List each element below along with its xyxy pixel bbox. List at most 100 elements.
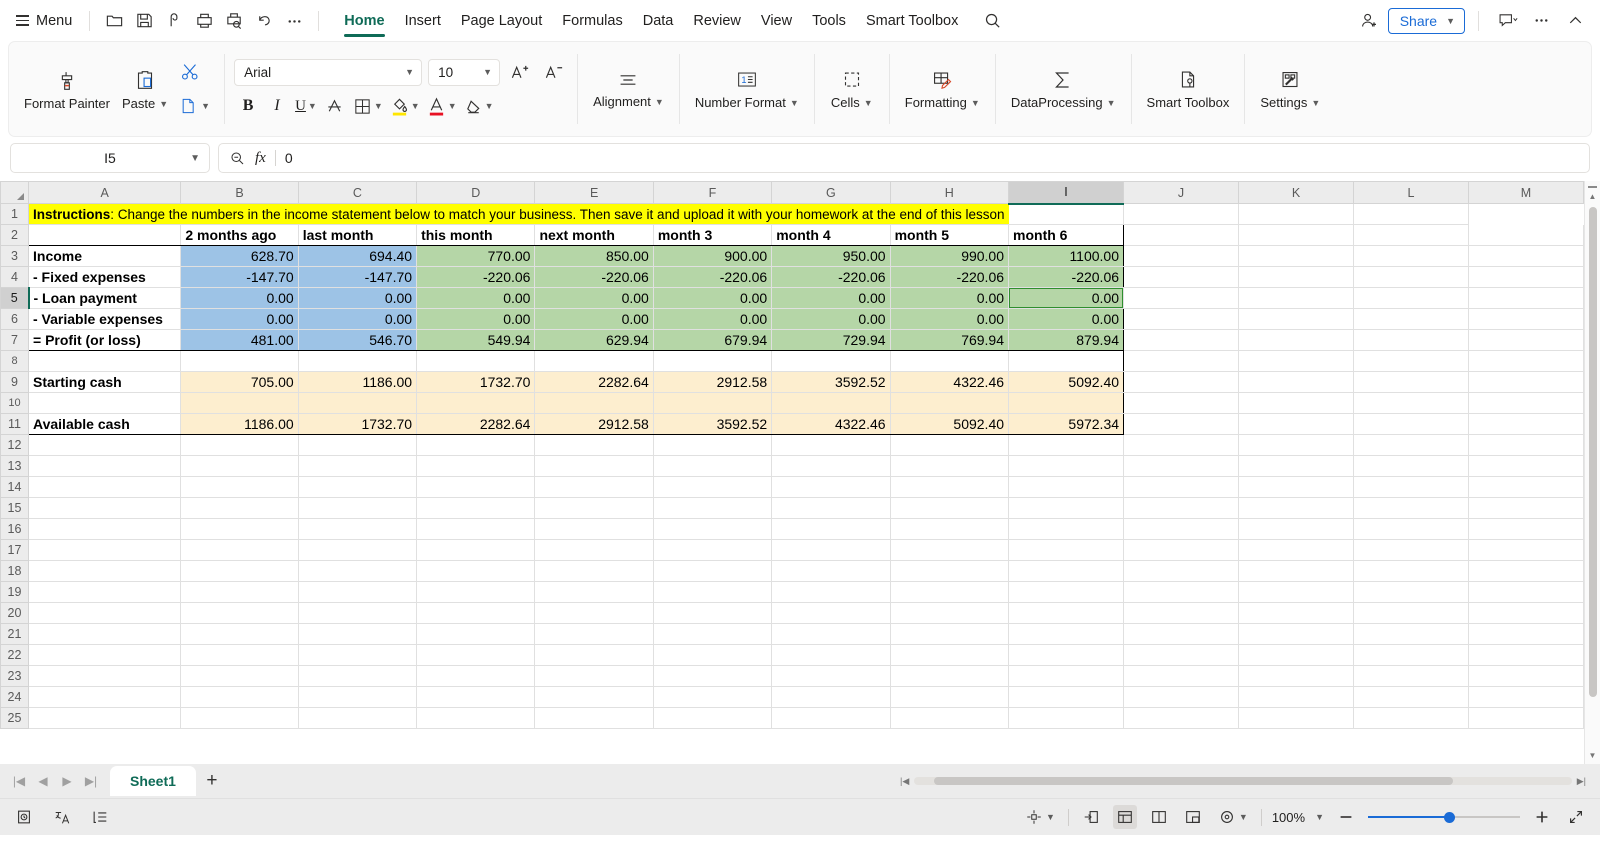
- cell-E17[interactable]: [534, 539, 654, 561]
- row-header-18[interactable]: 18: [0, 560, 29, 582]
- cell-I3[interactable]: 1100.00: [1008, 245, 1125, 267]
- cell-M11[interactable]: [1468, 413, 1585, 435]
- cell-B21[interactable]: [180, 623, 299, 645]
- increase-font-size-icon[interactable]: [506, 59, 534, 86]
- cell-M5[interactable]: [1468, 287, 1585, 309]
- cell-G5[interactable]: 0.00: [771, 287, 891, 309]
- cell-D17[interactable]: [416, 539, 536, 561]
- cell-D11[interactable]: 2282.64: [416, 413, 536, 435]
- cell-B3[interactable]: 628.70: [180, 245, 299, 267]
- cell-G16[interactable]: [771, 518, 891, 540]
- zoom-knob[interactable]: [1444, 811, 1455, 823]
- scroll-down-icon[interactable]: ▼: [1589, 747, 1597, 764]
- row-header-9[interactable]: 9: [0, 371, 29, 393]
- cell-K15[interactable]: [1238, 497, 1355, 519]
- cell-L16[interactable]: [1353, 518, 1470, 540]
- cell-K14[interactable]: [1238, 476, 1355, 498]
- cell-K1[interactable]: [1123, 203, 1240, 225]
- cell-K19[interactable]: [1238, 581, 1355, 603]
- cell-J19[interactable]: [1123, 581, 1240, 603]
- cell-D21[interactable]: [416, 623, 536, 645]
- cell-D16[interactable]: [416, 518, 536, 540]
- cell-B16[interactable]: [180, 518, 299, 540]
- cell-K6[interactable]: [1238, 308, 1355, 330]
- number-format-button[interactable]: 1 Number Format ▼: [689, 64, 805, 114]
- cell-L6[interactable]: [1353, 308, 1470, 330]
- cell-L21[interactable]: [1353, 623, 1470, 645]
- cell-L4[interactable]: [1353, 266, 1470, 288]
- row-header-24[interactable]: 24: [0, 686, 29, 708]
- cell-H23[interactable]: [890, 665, 1010, 687]
- scroll-up-icon[interactable]: ▲: [1589, 188, 1597, 205]
- cell-I16[interactable]: [1008, 518, 1125, 540]
- sheet-tab-sheet1[interactable]: Sheet1: [110, 766, 196, 796]
- cell-I13[interactable]: [1008, 455, 1125, 477]
- tab-data[interactable]: Data: [633, 9, 684, 33]
- cell-J12[interactable]: [1123, 434, 1240, 456]
- cell-B14[interactable]: [180, 476, 299, 498]
- cell-A13[interactable]: [28, 455, 182, 477]
- cell-F15[interactable]: [653, 497, 773, 519]
- cell-A9-label[interactable]: Starting cash: [28, 371, 182, 393]
- cell-F25[interactable]: [653, 707, 773, 729]
- cell-M22[interactable]: [1468, 644, 1585, 666]
- cell-B2-header[interactable]: 2 months ago: [180, 224, 299, 246]
- cell-B9[interactable]: 705.00: [180, 371, 299, 393]
- cell-J23[interactable]: [1123, 665, 1240, 687]
- cell-I5-selected[interactable]: 0.00: [1008, 287, 1125, 309]
- cell-J25[interactable]: [1123, 707, 1240, 729]
- cell-H7[interactable]: 769.94: [890, 329, 1010, 351]
- cells-button[interactable]: Cells ▼: [824, 64, 880, 114]
- cell-D6[interactable]: 0.00: [416, 308, 536, 330]
- cell-H19[interactable]: [890, 581, 1010, 603]
- cell-A8[interactable]: [28, 350, 182, 372]
- cell-K3[interactable]: [1238, 245, 1355, 267]
- cell-L7[interactable]: [1353, 329, 1470, 351]
- cell-E11[interactable]: 2912.58: [534, 413, 654, 435]
- cell-E6[interactable]: 0.00: [534, 308, 654, 330]
- cell-M7[interactable]: [1468, 329, 1585, 351]
- cell-A22[interactable]: [28, 644, 182, 666]
- cell-D24[interactable]: [416, 686, 536, 708]
- cell-H17[interactable]: [890, 539, 1010, 561]
- cell-H18[interactable]: [890, 560, 1010, 582]
- cell-A24[interactable]: [28, 686, 182, 708]
- cell-F3[interactable]: 900.00: [653, 245, 773, 267]
- cell-L19[interactable]: [1353, 581, 1470, 603]
- cell-D9[interactable]: 1732.70: [416, 371, 536, 393]
- cell-A12[interactable]: [28, 434, 182, 456]
- cell-L23[interactable]: [1353, 665, 1470, 687]
- row-header-1[interactable]: 1: [0, 203, 29, 225]
- cell-C5[interactable]: 0.00: [298, 287, 418, 309]
- cell-K17[interactable]: [1238, 539, 1355, 561]
- row-header-5[interactable]: 5: [0, 287, 30, 309]
- cell-G10[interactable]: [771, 392, 891, 414]
- cell-M10[interactable]: [1468, 392, 1585, 414]
- cell-I25[interactable]: [1008, 707, 1125, 729]
- cell-C12[interactable]: [298, 434, 418, 456]
- cell-F22[interactable]: [653, 644, 773, 666]
- bold-button[interactable]: B: [234, 93, 262, 120]
- cell-C10[interactable]: [298, 392, 418, 414]
- cell-H10[interactable]: [890, 392, 1010, 414]
- cell-C21[interactable]: [298, 623, 418, 645]
- format-painter-button[interactable]: Format Painter: [18, 63, 116, 115]
- cell-G20[interactable]: [771, 602, 891, 624]
- cell-G7[interactable]: 729.94: [771, 329, 891, 351]
- cell-H8[interactable]: [890, 350, 1010, 372]
- cell-I9[interactable]: 5092.40: [1008, 371, 1125, 393]
- cell-F18[interactable]: [653, 560, 773, 582]
- cell-F20[interactable]: [653, 602, 773, 624]
- cell-J10[interactable]: [1123, 392, 1240, 414]
- cell-K10[interactable]: [1238, 392, 1355, 414]
- cell-C22[interactable]: [298, 644, 418, 666]
- cell-K4[interactable]: [1238, 266, 1355, 288]
- cell-H25[interactable]: [890, 707, 1010, 729]
- cell-M16[interactable]: [1468, 518, 1585, 540]
- cell-K12[interactable]: [1238, 434, 1355, 456]
- smart-toolbox-button[interactable]: Smart Toolbox: [1141, 64, 1236, 114]
- cell-G23[interactable]: [771, 665, 891, 687]
- open-folder-icon[interactable]: [99, 6, 129, 36]
- cell-L12[interactable]: [1353, 434, 1470, 456]
- row-header-14[interactable]: 14: [0, 476, 29, 498]
